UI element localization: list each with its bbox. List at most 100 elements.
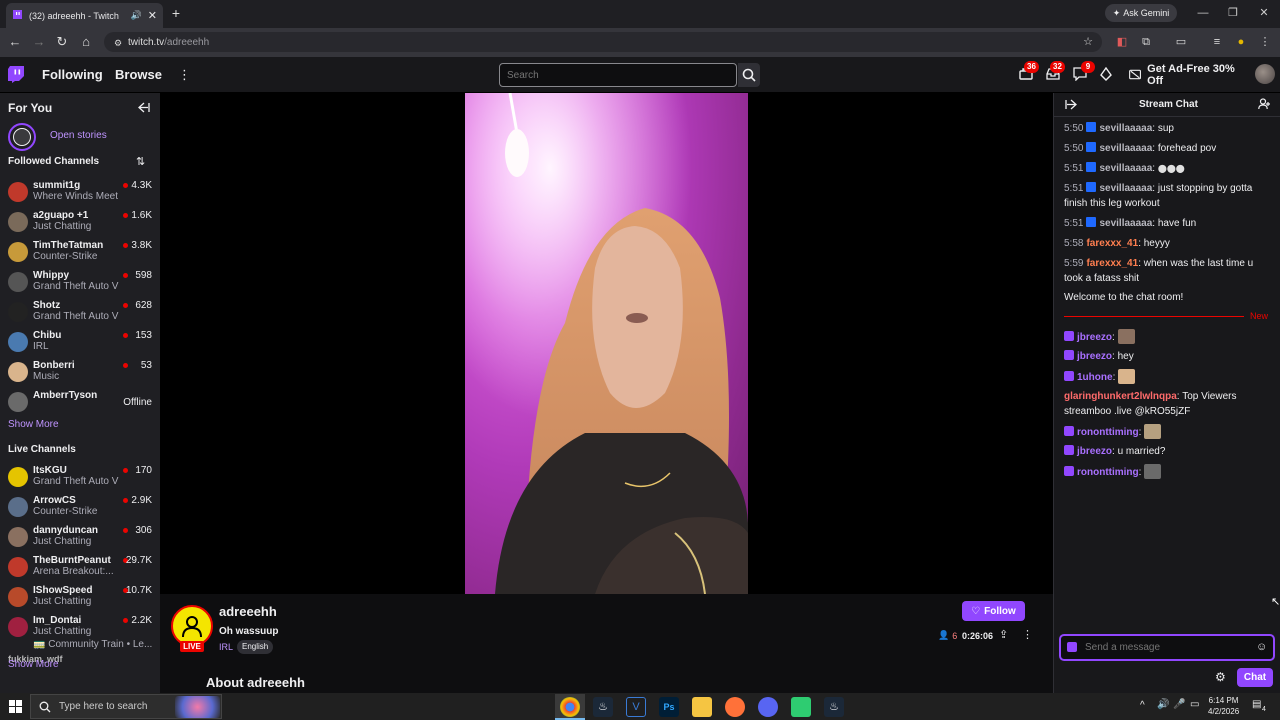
sidebar-channel-row[interactable]: ArrowCS Counter-Strike 2.9K — [0, 494, 160, 524]
language-tag[interactable]: English — [237, 640, 274, 654]
video-player[interactable] — [160, 93, 1053, 594]
restore-icon[interactable]: ❐ — [1225, 5, 1241, 21]
chat-message: 5:58 farexxx_41: heyyy — [1064, 238, 1170, 249]
browser-tab[interactable]: (32) adreeehh - Twitch 🔊 ✕ — [6, 3, 163, 28]
sidebar-channel-row[interactable]: TimTheTatman Counter-Strike 3.8K — [0, 239, 160, 269]
bookmark-star-icon[interactable]: ☆ — [1080, 34, 1096, 50]
search-button[interactable] — [738, 63, 760, 87]
open-stories-link[interactable]: Open stories — [50, 130, 107, 141]
notification-center-icon[interactable]: ▤ — [1252, 699, 1261, 710]
reading-list-icon[interactable]: ≡ — [1209, 34, 1225, 50]
chat-username[interactable]: jbreezo — [1077, 351, 1112, 362]
chat-username[interactable]: rononttiming — [1077, 467, 1139, 478]
microphone-icon[interactable]: 🎤 — [1173, 699, 1185, 710]
window-close-icon[interactable]: ✕ — [1256, 5, 1272, 21]
app-icon-green[interactable] — [791, 697, 811, 717]
browse-link[interactable]: Browse — [115, 67, 162, 82]
channel-avatar — [8, 557, 28, 577]
chat-username[interactable]: sevillaaaaa — [1099, 183, 1152, 194]
extensions-puzzle-icon[interactable]: ⧉ — [1138, 34, 1154, 50]
chat-username[interactable]: farexxx_41 — [1086, 238, 1138, 249]
chat-username[interactable]: sevillaaaaa — [1099, 143, 1152, 154]
chat-username[interactable]: rononttiming — [1077, 427, 1139, 438]
system-tray-chevron-icon[interactable]: ^ — [1140, 700, 1145, 711]
chat-badge-icon[interactable] — [1067, 642, 1077, 652]
chat-timestamp: 5:58 — [1064, 238, 1084, 249]
collapse-sidebar-icon[interactable] — [138, 102, 150, 113]
stories-icon[interactable] — [8, 123, 36, 151]
follow-button[interactable]: ♡ Follow — [962, 601, 1025, 621]
community-icon[interactable] — [1258, 98, 1271, 110]
chat-username[interactable]: jbreezo — [1077, 332, 1112, 343]
ask-gemini-button[interactable]: ✦ Ask Gemini — [1105, 4, 1177, 22]
sidebar-channel-row[interactable]: a2guapo +1 Just Chatting 1.6K — [0, 209, 160, 239]
discord-app-icon[interactable] — [758, 697, 778, 717]
sidebar-channel-row[interactable]: ItsKGU Grand Theft Auto V 170 — [0, 464, 160, 494]
file-explorer-app-icon[interactable] — [692, 697, 712, 717]
channel-name: Whippy — [33, 270, 70, 281]
reload-icon[interactable]: ↻ — [54, 34, 70, 50]
new-tab-icon[interactable]: + — [168, 5, 184, 21]
windows-start-icon[interactable] — [9, 700, 22, 713]
back-icon[interactable]: ← — [7, 34, 23, 50]
sidebar-channel-row[interactable]: IShowSpeed Just Chatting 10.7K — [0, 584, 160, 614]
share-icon[interactable]: ⇪ — [999, 628, 1008, 641]
collapse-chat-icon[interactable] — [1065, 99, 1077, 110]
emote-picker-icon[interactable]: ☺ — [1256, 641, 1267, 653]
sidebar-channel-row[interactable]: Shotz Grand Theft Auto V 628 — [0, 299, 160, 329]
chat-username[interactable]: sevillaaaaa — [1099, 123, 1152, 134]
sidebar-channel-row[interactable]: TheBurntPeanut Arena Breakout:... 29.7K — [0, 554, 160, 584]
channel-name[interactable]: adreeehh — [219, 604, 277, 619]
sidebar-channel-row[interactable]: Bonberri Music 53 — [0, 359, 160, 389]
profile-extension-icon[interactable]: ● — [1233, 34, 1249, 50]
ad-free-icon — [1129, 69, 1141, 79]
chat-username[interactable]: glaringhunkert2lwlnqpa — [1064, 391, 1177, 402]
twitch-logo-icon[interactable] — [8, 66, 24, 83]
forward-icon[interactable]: → — [31, 34, 47, 50]
bits-icon[interactable] — [1099, 67, 1113, 81]
more-options-icon[interactable]: ⋮ — [1022, 628, 1033, 641]
brave-app-icon[interactable] — [725, 697, 745, 717]
site-info-icon[interactable]: ⚙ — [110, 35, 126, 51]
url-field[interactable]: twitch.tv/adreeehh — [104, 32, 1102, 52]
chat-send-button[interactable]: Chat — [1237, 668, 1273, 687]
get-ad-free-button[interactable]: Get Ad-Free 30% Off — [1123, 63, 1247, 87]
channel-game: Just Chatting — [33, 536, 92, 547]
category-link[interactable]: IRL — [219, 642, 233, 652]
photoshop-app-icon[interactable]: Ps — [659, 697, 679, 717]
volume-icon[interactable]: 🔊 — [1157, 699, 1169, 710]
sidebar-channel-row[interactable]: summit1g Where Winds Meet 4.3K — [0, 179, 160, 209]
sidebar-channel-row[interactable]: Whippy Grand Theft Auto V 598 — [0, 269, 160, 299]
chat-username[interactable]: jbreezo — [1077, 446, 1112, 457]
steam-app-icon[interactable]: ♨ — [593, 697, 613, 717]
chrome-app-icon[interactable] — [560, 697, 580, 717]
network-icon[interactable]: ▭ — [1190, 699, 1199, 710]
video-editor-app-icon[interactable]: V — [626, 697, 646, 717]
more-menu-icon[interactable]: ⋮ — [178, 67, 191, 83]
chat-username[interactable]: sevillaaaaa — [1099, 218, 1152, 229]
chat-username[interactable]: 1uhone — [1077, 372, 1113, 383]
sidebar-channel-row[interactable]: AmberrTyson Offline — [0, 389, 160, 419]
sidebar-channel-row[interactable]: dannyduncan Just Chatting 306 — [0, 524, 160, 554]
show-more-followed-link[interactable]: Show More — [8, 419, 59, 430]
chat-username[interactable]: sevillaaaaa — [1099, 163, 1152, 174]
chat-message-input[interactable] — [1059, 634, 1275, 661]
steam-app-icon-2[interactable]: ♨ — [824, 697, 844, 717]
browser-menu-icon[interactable]: ⋮ — [1257, 34, 1273, 50]
taskbar-clock[interactable]: 6:14 PM 4/2/2026 — [1208, 695, 1239, 717]
show-more-live-link[interactable]: Show More — [8, 659, 59, 670]
chat-settings-icon[interactable]: ⚙ — [1215, 670, 1226, 684]
search-input[interactable] — [499, 63, 737, 87]
sidebar-channel-row[interactable]: Chibu IRL 153 — [0, 329, 160, 359]
chat-username[interactable]: farexxx_41 — [1086, 258, 1138, 269]
extension-icon[interactable]: ◧ — [1114, 34, 1130, 50]
tab-close-icon[interactable]: ✕ — [148, 9, 157, 22]
minimize-icon[interactable]: — — [1195, 5, 1211, 21]
sort-icon[interactable]: ⇅ — [136, 155, 145, 168]
user-avatar[interactable] — [1255, 64, 1275, 84]
cast-icon[interactable]: ▭ — [1173, 34, 1189, 50]
home-icon[interactable]: ⌂ — [78, 34, 94, 50]
subscriber-badge-icon — [1064, 371, 1074, 381]
tab-audio-icon[interactable]: 🔊 — [131, 10, 142, 21]
following-link[interactable]: Following — [42, 67, 103, 82]
